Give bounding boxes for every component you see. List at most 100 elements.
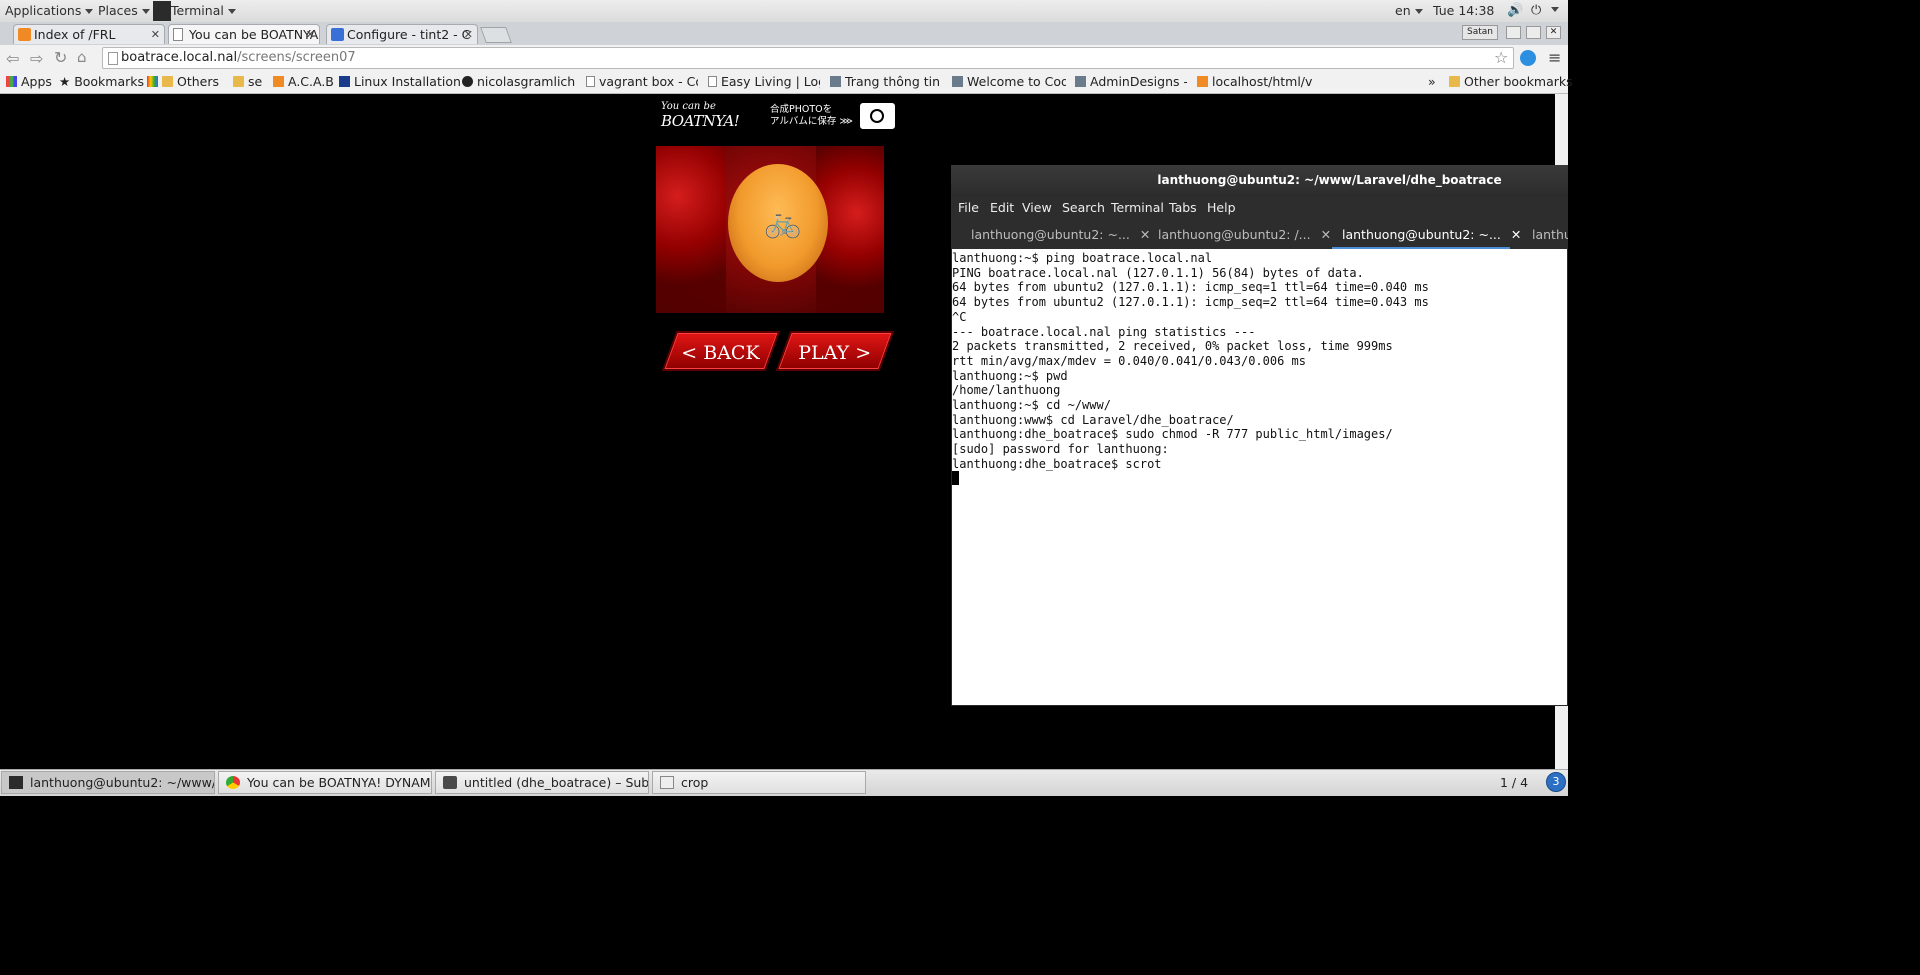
close-icon[interactable]: ✕ — [1140, 227, 1150, 242]
bookmark-acab[interactable]: A.C.A.B — [273, 73, 334, 91]
maximize-button[interactable] — [1526, 26, 1541, 39]
close-icon[interactable]: ✕ — [1321, 227, 1331, 242]
save-photo-link[interactable]: 合成PHOTOを アルバムに保存 ⋙ — [770, 104, 853, 128]
other-bookmarks[interactable]: Other bookmarks — [1449, 73, 1573, 91]
tab-index-frl[interactable]: Index of /FRL ✕ — [13, 24, 165, 44]
menu-file[interactable]: File — [958, 196, 979, 220]
task-terminal[interactable]: lanthuong@ubuntu2: ~/www/Lara... — [1, 771, 215, 794]
menu-terminal[interactable]: Terminal — [1111, 196, 1164, 220]
bookmark-se[interactable]: se — [233, 73, 262, 91]
tab-label: Configure - tint2 - C — [347, 27, 471, 42]
bookmark-welcome-to-code[interactable]: Welcome to Code — [952, 73, 1066, 91]
page-favicon-icon — [18, 28, 31, 41]
bookmark-label: Other bookmarks — [1464, 74, 1573, 89]
play-button[interactable]: PLAY > — [775, 331, 895, 371]
terminal-tab-label: lanthuong@ubuntu2: ~... — [971, 227, 1130, 242]
bookmark-label: Welcome to Code — [967, 74, 1066, 89]
document-icon — [173, 28, 183, 41]
apps-grid-icon — [6, 76, 17, 87]
close-icon[interactable]: ✕ — [151, 25, 160, 44]
new-tab-button[interactable] — [480, 27, 512, 43]
menu-icon[interactable]: ≡ — [1548, 48, 1561, 67]
star-icon[interactable]: ☆ — [1494, 48, 1508, 67]
bookmark-nicolasgramlich[interactable]: nicolasgramlich (N — [462, 73, 576, 91]
menu-edit[interactable]: Edit — [990, 196, 1014, 220]
more-bookmarks-button[interactable]: » — [1428, 73, 1436, 91]
task-label: crop — [681, 775, 709, 790]
places-menu[interactable]: Places — [98, 0, 150, 22]
menu-view[interactable]: View — [1022, 196, 1052, 220]
tab-boatnya[interactable]: You can be BOATNYA ✕ — [168, 24, 320, 44]
close-icon[interactable]: ✕ — [1511, 227, 1521, 242]
document-icon — [586, 76, 595, 87]
tab-tint2[interactable]: Configure - tint2 - C ✕ — [326, 24, 478, 44]
extension-icon[interactable] — [1520, 50, 1536, 66]
chevron-down-icon[interactable] — [1551, 7, 1559, 12]
bookmark-label: Easy Living | Logi — [721, 74, 820, 89]
task-crop[interactable]: crop — [652, 771, 866, 794]
workspace-switcher[interactable]: 1 / 4 — [1500, 771, 1528, 794]
favicon-icon — [339, 76, 350, 87]
terminal-tab-2[interactable]: lanthuong@ubuntu2: /... ✕ — [1158, 220, 1331, 249]
reload-icon[interactable]: ↻ — [54, 48, 67, 67]
bookmark-others[interactable]: Others — [147, 73, 219, 91]
camera-lens — [870, 109, 884, 123]
places-label: Places — [98, 3, 138, 18]
language-label: en — [1395, 3, 1411, 18]
hair-left — [656, 146, 726, 313]
chevron-down-icon — [227, 9, 236, 14]
notification-badge[interactable]: 3 — [1546, 772, 1566, 792]
bookmark-localhost[interactable]: localhost/html/vi/ — [1197, 73, 1312, 91]
menu-tabs[interactable]: Tabs — [1169, 196, 1197, 220]
minimize-button[interactable] — [1506, 26, 1521, 39]
close-icon[interactable]: ✕ — [464, 25, 473, 44]
terminal-menu[interactable]: Terminal — [171, 0, 236, 22]
bookmark-label: Apps — [21, 74, 52, 89]
terminal-output[interactable]: lanthuong:~$ ping boatrace.local.nal PIN… — [952, 251, 1567, 705]
back-button-label: < BACK — [681, 342, 760, 364]
volume-icon[interactable]: 🔊 — [1507, 0, 1523, 22]
favicon-icon — [273, 76, 284, 87]
terminal-tab-3[interactable]: lanthuong@ubuntu2: ~... ✕ — [1332, 220, 1521, 249]
camera-icon[interactable] — [860, 103, 895, 129]
bookmark-trang-thong-tin[interactable]: Trang thông tin Tỉ — [830, 73, 942, 91]
url-host: boatrace.local.nal — [121, 50, 238, 65]
terminal-tab-1[interactable]: lanthuong@ubuntu2: ~... ✕ — [971, 220, 1150, 249]
favicon-icon — [952, 76, 963, 87]
boatnya-logo: You can be BOATNYA! — [661, 101, 740, 130]
chevron-down-icon — [1414, 9, 1423, 14]
task-chrome[interactable]: You can be BOATNYA! DYNAMIT... — [218, 771, 432, 794]
folder-icon — [1449, 76, 1460, 87]
terminal-cursor — [952, 471, 959, 485]
github-icon — [462, 76, 473, 87]
bookmark-admindesigns[interactable]: AdminDesigns - A — [1075, 73, 1187, 91]
terminal-tab-4[interactable]: lanthu — [1532, 220, 1568, 249]
bookmark-easy-living[interactable]: Easy Living | Logi — [708, 73, 820, 91]
logo-line-2: BOATNYA! — [661, 112, 740, 130]
language-indicator[interactable]: en — [1395, 0, 1423, 22]
terminal-label: Terminal — [171, 3, 224, 18]
chevron-down-icon — [85, 9, 94, 14]
bookmark-bookmarks[interactable]: ★ Bookmarks — [59, 73, 144, 91]
menu-help[interactable]: Help — [1207, 196, 1236, 220]
bookmark-apps[interactable]: Apps — [6, 73, 52, 91]
profile-badge[interactable]: Satan — [1462, 25, 1498, 40]
power-icon[interactable]: ⏻ — [1531, 0, 1541, 22]
menu-search[interactable]: Search — [1062, 196, 1105, 220]
back-arrow-icon[interactable]: ⇦ — [6, 49, 19, 68]
address-bar[interactable]: boatrace.local.nal/screens/screen07 — [102, 47, 1514, 69]
terminal-titlebar[interactable]: lanthuong@ubuntu2: ~/www/Laravel/dhe_boa… — [951, 165, 1568, 196]
task-sublime[interactable]: untitled (dhe_boatrace) – Sublime ... — [435, 771, 649, 794]
applications-menu[interactable]: Applications — [5, 0, 94, 22]
close-window-button[interactable]: ✕ — [1546, 26, 1561, 39]
bookmark-linux-installation[interactable]: Linux Installation — [339, 73, 461, 91]
play-button-label: PLAY > — [797, 342, 871, 364]
bookmark-label: AdminDesigns - A — [1090, 74, 1187, 89]
clock[interactable]: Tue 14:38 — [1433, 0, 1494, 22]
bookmark-label: se — [248, 74, 263, 89]
forward-arrow-icon[interactable]: ⇨ — [30, 49, 43, 68]
home-icon[interactable]: ⌂ — [77, 48, 87, 66]
close-icon[interactable]: ✕ — [306, 25, 315, 44]
bookmark-vagrant-box[interactable]: vagrant box - Cor — [586, 73, 698, 91]
back-button[interactable]: < BACK — [661, 331, 781, 371]
